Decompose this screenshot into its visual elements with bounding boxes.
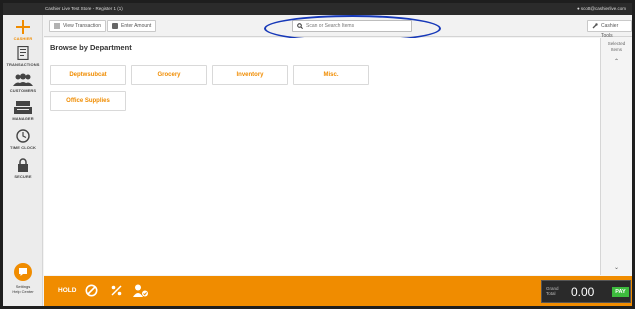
view-transaction-button[interactable]: View Transaction	[49, 20, 106, 32]
search-icon	[297, 23, 303, 29]
sidebar-item-label: TIME CLOCK	[10, 145, 36, 150]
dept-button-inventory[interactable]: Inventory	[212, 65, 288, 85]
cashier-tools-label: Cashier Tools	[601, 23, 619, 39]
view-transaction-label: View Transaction	[63, 23, 101, 29]
app-window: Cashier Live Test Store - Register 1 (1)…	[3, 3, 632, 306]
title-bar: Cashier Live Test Store - Register 1 (1)…	[3, 3, 632, 15]
help-center-link[interactable]: Help Center	[12, 289, 33, 294]
add-customer-icon[interactable]	[133, 284, 149, 297]
toolbar: View Transaction Enter Amount Cashier To…	[44, 15, 632, 42]
sidebar: CASHIER TRANSACTIONS CUSTOMERS MANAGER T…	[3, 15, 43, 306]
dept-button-misc[interactable]: Misc.	[293, 65, 369, 85]
people-icon	[13, 73, 33, 86]
search-input[interactable]	[306, 21, 410, 31]
enter-amount-button[interactable]: Enter Amount	[107, 20, 157, 32]
sidebar-item-customers[interactable]: CUSTOMERS	[3, 73, 43, 93]
scroll-down-icon[interactable]: ⌄	[614, 264, 619, 271]
enter-amount-label: Enter Amount	[121, 23, 152, 29]
void-icon[interactable]	[85, 284, 98, 297]
pay-button[interactable]: PAY	[612, 287, 629, 297]
list-icon	[54, 23, 60, 29]
hand-icon	[112, 23, 118, 29]
register-icon	[14, 101, 32, 114]
search-box[interactable]	[292, 20, 412, 32]
action-bar: HOLD Grand Total 0.00 PAY	[44, 276, 632, 306]
user-account[interactable]: ● scott@cashierlive.com	[577, 3, 626, 15]
sidebar-item-label: TRANSACTIONS	[6, 62, 40, 67]
sidebar-item-time-clock[interactable]: TIME CLOCK	[3, 129, 43, 150]
user-email: scott@cashierlive.com	[580, 6, 626, 11]
wrench-icon	[592, 23, 598, 29]
dept-button-deptwsubcat[interactable]: Deptwsubcat	[50, 65, 126, 85]
lock-icon	[18, 158, 28, 172]
sidebar-item-manager[interactable]: MANAGER	[3, 101, 43, 121]
sidebar-item-secure[interactable]: SECURE	[3, 158, 43, 179]
grand-total-box: Grand Total 0.00 PAY	[541, 280, 631, 303]
sidebar-item-transactions[interactable]: TRANSACTIONS	[3, 46, 43, 67]
dept-button-office-supplies[interactable]: Office Supplies	[50, 91, 126, 111]
grand-total-label: Grand Total	[546, 286, 559, 296]
chat-bubble-icon[interactable]	[14, 263, 32, 281]
grand-total-amount: 0.00	[571, 285, 595, 299]
scroll-up-icon[interactable]: ⌃	[614, 58, 619, 65]
sidebar-item-label: CUSTOMERS	[9, 88, 37, 93]
browse-panel: Browse by Department Deptwsubcat Grocery…	[44, 38, 601, 275]
dept-button-grocery[interactable]: Grocery	[131, 65, 207, 85]
plus-icon	[16, 20, 30, 34]
sidebar-item-label: MANAGER	[12, 116, 34, 121]
page-title: Browse by Department	[50, 43, 132, 52]
selected-items-panel: Selected Items ⌃ ⌄	[600, 38, 632, 275]
help-center[interactable]: Settings Help Center	[3, 263, 43, 294]
clock-icon	[16, 129, 30, 143]
selected-items-header: Selected Items	[607, 41, 626, 52]
window-title: Cashier Live Test Store - Register 1 (1)	[45, 6, 123, 11]
discount-icon[interactable]	[110, 284, 123, 297]
hold-button[interactable]: HOLD	[58, 287, 76, 294]
sidebar-item-cashier[interactable]: CASHIER	[3, 20, 43, 41]
sidebar-item-label: CASHIER	[13, 36, 33, 41]
receipt-icon	[17, 46, 29, 60]
sidebar-item-label: SECURE	[14, 174, 32, 179]
cashier-tools-button[interactable]: Cashier Tools	[587, 20, 632, 39]
